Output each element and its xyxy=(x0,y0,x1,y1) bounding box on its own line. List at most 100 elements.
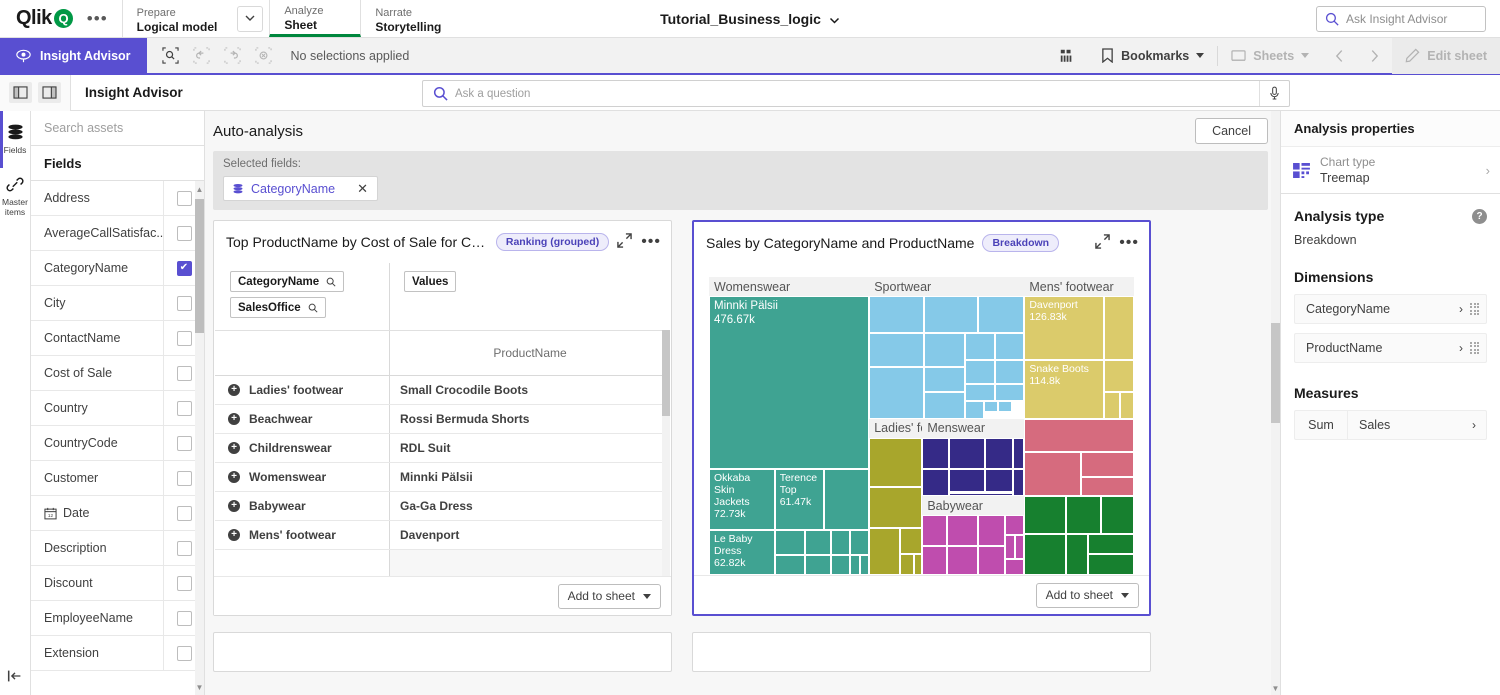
row-dimension-cell[interactable]: +Beachwear xyxy=(215,405,390,433)
treemap-tile[interactable] xyxy=(831,530,850,555)
nav-narrate[interactable]: Narrate Storytelling xyxy=(361,0,455,37)
field-checkbox[interactable] xyxy=(177,471,192,486)
qlik-logo[interactable]: QlikQ xyxy=(16,7,73,30)
treemap-tile[interactable] xyxy=(1013,469,1024,496)
treemap-tile[interactable] xyxy=(1005,535,1015,559)
treemap-group-ladies-footwear[interactable]: Ladies' foo... xyxy=(869,419,922,575)
treemap-tile[interactable] xyxy=(922,438,949,470)
insight-card-placeholder[interactable] xyxy=(213,632,672,672)
search-assets-input[interactable]: Search assets xyxy=(31,111,204,146)
content-scrollbar[interactable]: ▼ xyxy=(1271,111,1280,695)
treemap-tile[interactable]: Snake Boots114.8k xyxy=(1024,360,1104,419)
row-dimension-cell[interactable]: +Childrenswear xyxy=(215,434,390,462)
nav-prepare[interactable]: Prepare Logical model xyxy=(123,0,232,37)
treemap-tile[interactable] xyxy=(949,438,985,470)
bookmarks-button[interactable]: Bookmarks xyxy=(1088,37,1217,74)
treemap-tile[interactable] xyxy=(1081,452,1134,477)
treemap-tile[interactable] xyxy=(947,515,979,546)
treemap-tile[interactable] xyxy=(850,555,860,575)
treemap-tile[interactable] xyxy=(949,469,985,492)
rail-item-fields[interactable]: Fields xyxy=(0,111,31,168)
row-dimension-cell[interactable]: +Womenswear xyxy=(215,463,390,491)
microphone-button[interactable] xyxy=(1259,81,1289,106)
row-dimension-cell[interactable]: +Ladies' footwear xyxy=(215,376,390,404)
treemap-tile[interactable] xyxy=(869,333,923,367)
field-checkbox[interactable] xyxy=(177,611,192,626)
treemap-tile[interactable] xyxy=(1088,534,1134,555)
table-row[interactable]: +Childrenswear RDL Suit xyxy=(215,434,670,463)
field-row[interactable]: Extension xyxy=(31,636,204,671)
field-checkbox[interactable] xyxy=(177,506,192,521)
toggle-left-panel-button[interactable] xyxy=(9,82,32,103)
treemap-tile[interactable] xyxy=(1013,438,1024,470)
field-checkbox[interactable] xyxy=(177,401,192,416)
treemap-tile[interactable] xyxy=(869,438,922,487)
treemap-tile[interactable] xyxy=(922,546,946,575)
scroll-down-icon[interactable]: ▼ xyxy=(195,679,204,695)
field-row[interactable]: CountryCode xyxy=(31,426,204,461)
scrollbar-thumb[interactable] xyxy=(195,199,204,333)
row-dimension-cell[interactable]: +Mens' footwear xyxy=(215,521,390,549)
chevron-right-icon[interactable]: › xyxy=(1459,302,1470,316)
treemap-tile[interactable] xyxy=(805,555,831,575)
treemap-tile[interactable] xyxy=(978,546,1005,575)
add-to-sheet-button[interactable]: Add to sheet xyxy=(558,584,661,609)
more-menu-icon[interactable]: ••• xyxy=(83,10,112,27)
treemap-tile[interactable] xyxy=(924,367,966,392)
expand-row-icon[interactable]: + xyxy=(228,529,240,541)
table-row[interactable]: +Beachwear Rossi Bermuda Shorts xyxy=(215,405,670,434)
field-row[interactable]: ContactName xyxy=(31,321,204,356)
dimension-button-categoryname[interactable]: CategoryName xyxy=(230,271,344,292)
field-checkbox[interactable] xyxy=(177,296,192,311)
nav-analyze[interactable]: Analyze Sheet xyxy=(269,0,361,37)
field-checkbox[interactable] xyxy=(177,331,192,346)
chevron-right-icon[interactable]: › xyxy=(1459,341,1470,355)
treemap-tile[interactable] xyxy=(965,333,994,360)
treemap-tile[interactable] xyxy=(1066,534,1088,575)
treemap-tile[interactable] xyxy=(914,554,923,575)
treemap-tile[interactable] xyxy=(965,384,994,401)
treemap-tile[interactable] xyxy=(998,401,1012,412)
field-checkbox[interactable] xyxy=(177,436,192,451)
treemap-group-sportwear[interactable]: Sportwear xyxy=(869,277,1024,419)
ask-insight-advisor-input[interactable]: Ask Insight Advisor xyxy=(1316,6,1486,32)
field-row[interactable]: Cost of Sale xyxy=(31,356,204,391)
treemap-tile[interactable] xyxy=(1081,477,1134,496)
dimension-button-salesoffice[interactable]: SalesOffice xyxy=(230,297,326,318)
treemap-tile[interactable] xyxy=(924,392,966,419)
insight-card-ranking[interactable]: Top ProductName by Cost of Sale for Cate… xyxy=(213,220,672,616)
drag-handle-icon[interactable] xyxy=(1470,342,1480,354)
table-row[interactable]: +Babywear Ga-Ga Dress xyxy=(215,492,670,521)
treemap-tile[interactable] xyxy=(995,384,1024,401)
remove-field-icon[interactable]: ✕ xyxy=(357,181,368,197)
field-row[interactable]: EmployeeName xyxy=(31,601,204,636)
treemap-tile[interactable] xyxy=(995,333,1024,360)
table-row[interactable]: +Mens' footwear Davenport xyxy=(215,521,670,550)
dimension-item-categoryname[interactable]: CategoryName › xyxy=(1294,294,1487,324)
field-row[interactable]: Customer xyxy=(31,461,204,496)
expand-row-icon[interactable]: + xyxy=(228,500,240,512)
field-checkbox[interactable] xyxy=(177,646,192,661)
chevron-right-icon[interactable]: › xyxy=(1472,411,1486,439)
field-row[interactable]: 12 Date xyxy=(31,496,204,531)
field-checkbox-checked[interactable] xyxy=(177,261,192,276)
add-to-sheet-button[interactable]: Add to sheet xyxy=(1036,583,1139,608)
treemap-group-babywear[interactable]: Babywear xyxy=(922,496,1024,575)
treemap-tile[interactable] xyxy=(850,530,869,555)
treemap-group-green[interactable] xyxy=(1024,496,1134,575)
field-list-scrollbar[interactable]: ▲ ▼ xyxy=(195,181,204,695)
treemap-tile[interactable] xyxy=(1005,515,1024,535)
app-title-dropdown-icon[interactable] xyxy=(829,11,840,27)
treemap-tile[interactable] xyxy=(922,469,949,496)
treemap-tile[interactable] xyxy=(1024,534,1066,575)
treemap-tile[interactable] xyxy=(805,530,831,555)
treemap-tile[interactable] xyxy=(869,487,922,528)
pivot-table-scrollbar[interactable] xyxy=(662,330,670,576)
expand-row-icon[interactable]: + xyxy=(228,384,240,396)
insight-card-placeholder[interactable] xyxy=(692,632,1151,672)
treemap-tile[interactable] xyxy=(1120,392,1134,419)
collapse-panel-button[interactable] xyxy=(6,669,24,695)
treemap-tile[interactable] xyxy=(978,296,1025,333)
selected-field-chip[interactable]: CategoryName ✕ xyxy=(223,176,378,201)
expand-icon[interactable] xyxy=(617,233,632,251)
